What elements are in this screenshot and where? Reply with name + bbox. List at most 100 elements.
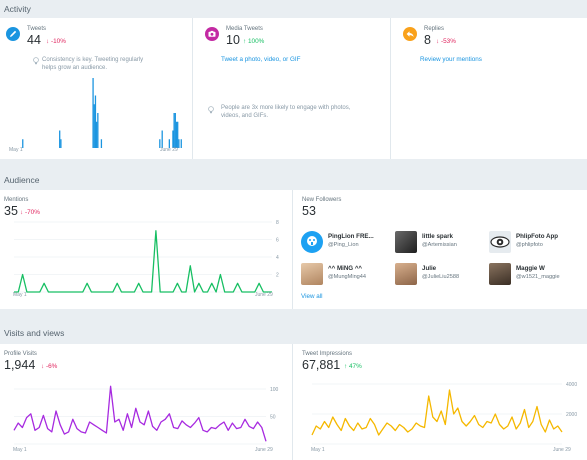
tweets-count: 44 <box>27 33 41 47</box>
media-tip-line: videos, and GIFs. <box>221 113 269 119</box>
tweets-bar <box>59 130 61 148</box>
mentions-date-end: June 29 <box>255 292 273 298</box>
y-tick-label: 6 <box>276 238 279 244</box>
tweets-bar <box>173 113 175 148</box>
y-tick-label: 100 <box>270 387 279 393</box>
profile-visits-line-chart: 50 100 <box>13 385 279 445</box>
visits-section-title: Visits and views <box>4 328 65 338</box>
tweets-bar <box>94 95 97 148</box>
pencil-icon <box>6 27 20 41</box>
tweets-bar <box>177 121 179 148</box>
tweets-bar <box>161 130 163 148</box>
y-tick-label: 4000 <box>566 382 577 388</box>
avatar <box>395 263 417 285</box>
tweets-bar <box>100 139 103 148</box>
tweet-photo-link[interactable]: Tweet a photo, video, or GIF <box>221 56 300 63</box>
follower-handle: @phlipfoto <box>516 242 543 248</box>
profile-visits-count: 1,944 <box>4 358 36 372</box>
avatar <box>489 231 511 253</box>
profile-visits-delta-value: -6% <box>45 363 58 370</box>
mentions-line-chart: 2 4 6 8 <box>14 220 279 293</box>
tweets-bar-chart <box>22 78 182 148</box>
impressions-date-start: May 1 <box>311 447 325 453</box>
mentions-count: 35 <box>4 204 18 218</box>
y-tick-label: 2 <box>276 273 279 279</box>
follower-handle: @Artemissian <box>422 242 457 248</box>
tweets-date-end: June 29 <box>160 147 178 153</box>
y-tick-label: 8 <box>276 220 279 226</box>
media-delta: ↑ 100% <box>243 38 265 45</box>
follower-name: Maggie W <box>516 265 545 272</box>
tweets-bar <box>174 113 176 148</box>
tweets-tip-line: helps grow an audience. <box>42 65 108 71</box>
new-followers-count: 53 <box>302 204 316 218</box>
tweets-bar <box>97 113 99 148</box>
activity-panel: Tweets 44 ↓ -10% Consistency is key. Twe… <box>0 18 587 159</box>
tweets-bar <box>60 139 62 148</box>
lightbulb-icon <box>208 106 214 114</box>
reply-icon <box>403 27 417 41</box>
camera-icon <box>205 27 219 41</box>
visits-panel: Profile Visits 1,944 ↓ -6% 50 100 May 1 J… <box>0 344 587 460</box>
avatar <box>489 263 511 285</box>
tweets-bar <box>172 130 174 148</box>
media-label: Media Tweets <box>226 26 263 32</box>
divider <box>390 18 391 159</box>
new-followers-label: New Followers <box>302 197 342 203</box>
impressions-line-chart: 2000 4000 <box>311 382 577 445</box>
follower-name: PhlipFoto App <box>516 233 559 240</box>
divider <box>292 190 293 309</box>
media-delta-value: 100% <box>247 38 265 45</box>
follower-card[interactable]: little spark @Artemissian <box>395 231 490 253</box>
follower-card[interactable]: PingLion FRE... @Ping_Lion <box>301 231 396 253</box>
series-line <box>13 385 267 442</box>
mentions-label: Mentions <box>4 197 29 203</box>
view-all-followers-link[interactable]: View all <box>301 293 323 300</box>
activity-section-title: Activity <box>4 4 31 14</box>
follower-handle: @JulieLiu2588 <box>422 274 460 280</box>
tweets-bar <box>175 121 178 148</box>
media-tip-line: People are 3x more likely to engage with… <box>221 105 351 111</box>
profile-date-end: June 29 <box>255 447 273 453</box>
review-mentions-link[interactable]: Review your mentions <box>420 56 482 63</box>
y-tick-label: 2000 <box>566 412 577 418</box>
audience-section-title: Audience <box>4 175 40 185</box>
impressions-date-end: June 29 <box>553 447 571 453</box>
y-tick-label: 4 <box>276 255 279 261</box>
follower-card[interactable]: Maggie W @w1521_maggie <box>489 263 584 285</box>
replies-label: Replies <box>424 26 445 32</box>
impressions-label: Tweet Impressions <box>302 351 353 357</box>
tweets-delta-value: -10% <box>50 38 66 45</box>
tweets-bar <box>93 104 95 148</box>
tweets-bar <box>92 78 94 148</box>
profile-visits-label: Profile Visits <box>4 351 37 357</box>
follower-card[interactable]: PhlipFoto App @phlipfoto <box>489 231 584 253</box>
tweets-bar <box>180 139 182 148</box>
tweets-delta: ↓ -10% <box>46 38 66 45</box>
follower-card[interactable]: ^^ MiNG ^^ @MungMing44 <box>301 263 396 285</box>
divider <box>292 344 293 460</box>
avatar <box>301 263 323 285</box>
impressions-delta: ↑ 47% <box>344 363 362 370</box>
tweets-bar <box>96 121 98 148</box>
lightbulb-icon <box>33 57 39 65</box>
follower-handle: @MungMing44 <box>328 274 367 280</box>
tweets-label: Tweets <box>27 26 47 32</box>
divider <box>192 18 193 159</box>
tweets-bar <box>178 139 180 148</box>
mentions-date-start: May 1 <box>13 292 27 298</box>
media-count: 10 <box>226 33 240 47</box>
mentions-delta-value: -70% <box>24 209 40 216</box>
impressions-count: 67,881 <box>302 358 341 372</box>
series-line <box>14 230 272 293</box>
tweets-date-start: May 1 <box>9 147 23 153</box>
media-tip: People are 3x more likely to engage with… <box>221 104 350 120</box>
follower-name: little spark <box>422 233 453 240</box>
follower-card[interactable]: Julie @JulieLiu2588 <box>395 263 490 285</box>
profile-date-start: May 1 <box>13 447 27 453</box>
follower-handle: @w1521_maggie <box>516 274 560 280</box>
replies-delta: ↓ -53% <box>436 38 456 45</box>
follower-name: PingLion FRE... <box>328 233 374 240</box>
series-line <box>311 389 563 436</box>
y-tick-label: 50 <box>270 415 276 421</box>
